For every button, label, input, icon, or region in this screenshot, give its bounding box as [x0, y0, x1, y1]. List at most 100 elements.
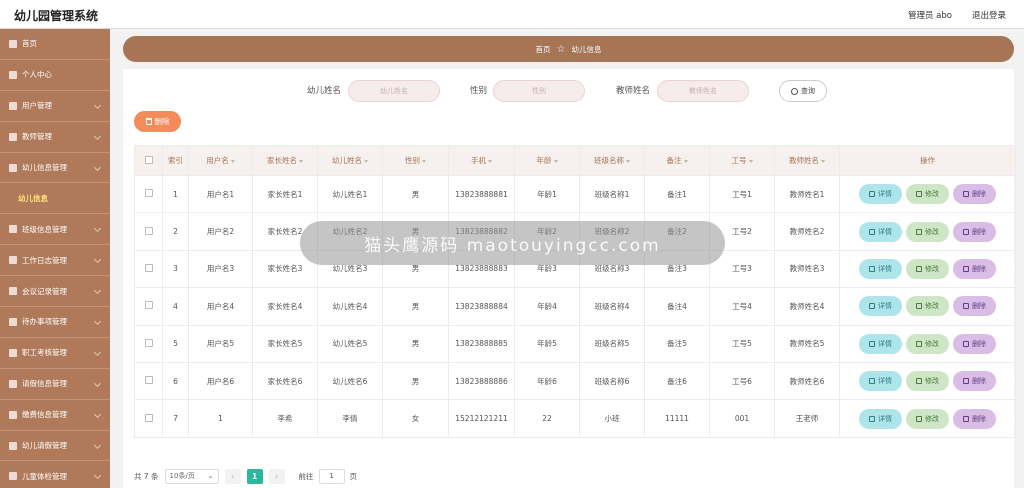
column-header[interactable]: 幼儿姓名	[317, 145, 383, 176]
sort-icon[interactable]	[299, 159, 303, 163]
star-icon: ☆	[556, 43, 566, 55]
delete-button[interactable]: 删除	[953, 371, 996, 392]
sort-icon[interactable]	[422, 159, 426, 163]
column-header[interactable]: 性别	[382, 145, 449, 176]
gender-input[interactable]	[493, 80, 585, 102]
search-button[interactable]: 查询	[779, 80, 827, 102]
sidebar-item[interactable]: 教师管理	[0, 122, 110, 153]
edit-button[interactable]: 修改	[906, 408, 949, 429]
bulk-delete-button[interactable]: 删除	[134, 111, 181, 132]
column-header[interactable]: 家长姓名	[252, 145, 318, 176]
table-cell: 工号3	[709, 249, 775, 289]
sidebar-item[interactable]: 职工考核管理	[0, 338, 110, 369]
page-size-select[interactable]: 10条/页 ⌄	[164, 468, 219, 484]
chevron-down-icon	[93, 441, 102, 449]
detail-button[interactable]: 详情	[859, 371, 902, 392]
edit-button[interactable]: 修改	[906, 296, 949, 317]
column-header[interactable]: 班级名称	[579, 145, 645, 176]
goto-page-input[interactable]	[318, 468, 345, 484]
detail-button[interactable]: 详情	[859, 221, 902, 242]
row-checkbox[interactable]	[144, 301, 153, 310]
sidebar-item[interactable]: 首页	[0, 29, 110, 60]
table-cell: 用户名4	[188, 287, 253, 326]
sidebar-item[interactable]: 幼儿信息管理	[0, 153, 110, 184]
table-cell: 班级名称5	[579, 324, 645, 363]
sidebar-item-label: 请假信息管理	[22, 379, 67, 389]
table-cell: 备注1	[644, 174, 710, 214]
detail-button[interactable]: 详情	[859, 184, 902, 205]
detail-button[interactable]: 详情	[859, 408, 902, 429]
logout-link[interactable]: 退出登录	[972, 9, 1006, 21]
select-all-checkbox[interactable]	[144, 155, 153, 164]
sort-icon[interactable]	[683, 159, 688, 163]
edit-button-label: 修改	[925, 264, 939, 273]
row-checkbox[interactable]	[144, 338, 153, 347]
page-number-current[interactable]: 1	[246, 468, 263, 484]
sidebar-item[interactable]: 缴费信息管理	[0, 400, 110, 431]
delete-button[interactable]: 删除	[953, 296, 996, 317]
sort-icon[interactable]	[821, 159, 825, 163]
sidebar-item-label: 班级信息管理	[22, 224, 67, 234]
row-checkbox[interactable]	[144, 226, 153, 235]
sort-icon[interactable]	[748, 159, 753, 163]
detail-button-label: 详情	[878, 377, 892, 386]
edit-button[interactable]: 修改	[906, 333, 949, 354]
table-cell: 001	[709, 399, 775, 438]
teacher-name-input[interactable]	[657, 80, 749, 102]
delete-button-label: 删除	[972, 339, 986, 348]
sidebar-item[interactable]: 请假信息管理	[0, 369, 110, 400]
table-cell: 工号6	[709, 361, 775, 401]
next-page-button[interactable]: ›	[268, 468, 285, 484]
sort-icon[interactable]	[488, 159, 492, 163]
edit-button[interactable]: 修改	[906, 371, 949, 392]
table-cell: 年龄4	[514, 287, 580, 326]
row-checkbox[interactable]	[144, 263, 153, 272]
chevron-down-icon	[93, 317, 102, 326]
edit-button[interactable]: 修改	[906, 258, 949, 279]
table-row: 2 用户名2 家长姓名2 幼儿姓名2 男 13823888882 年龄2 班级名称2 备注2 工号…	[134, 212, 1016, 251]
sort-icon[interactable]	[364, 159, 368, 163]
column-header-label: 家长姓名	[267, 156, 297, 165]
sidebar-item[interactable]: 会议记录管理	[0, 276, 110, 308]
delete-button[interactable]: 删除	[953, 184, 996, 205]
sidebar-item[interactable]: 班级信息管理	[0, 214, 110, 246]
child-name-input[interactable]	[348, 80, 440, 102]
column-header[interactable]: 年龄	[514, 145, 580, 176]
table-cell: 年龄6	[514, 361, 580, 401]
column-header[interactable]: 用户名	[188, 145, 253, 176]
column-header[interactable]: 教师姓名	[774, 145, 840, 176]
sort-icon[interactable]	[626, 159, 630, 163]
row-checkbox[interactable]	[144, 413, 153, 422]
sidebar-subitem[interactable]: 幼儿信息	[0, 183, 110, 215]
table-cell: 15212121211	[448, 399, 515, 438]
delete-button[interactable]: 删除	[953, 408, 996, 429]
column-header[interactable]: 手机	[448, 145, 515, 176]
detail-button[interactable]: 详情	[859, 258, 902, 279]
delete-button[interactable]: 删除	[953, 221, 996, 242]
delete-button[interactable]: 删除	[953, 258, 996, 279]
sidebar-item[interactable]: 工作日志管理	[0, 245, 110, 277]
table-cell: 13823888886	[448, 361, 515, 401]
sidebar-item[interactable]: 用户管理	[0, 91, 110, 122]
table-header: 索引 用户名 家长姓名 幼儿姓名 性别 手机 年龄 班级名称 备注 工号 教师姓名 操作	[134, 145, 1016, 176]
sidebar-item[interactable]: 个人中心	[0, 60, 110, 91]
delete-button[interactable]: 删除	[953, 333, 996, 354]
prev-page-button[interactable]: ‹	[224, 468, 241, 484]
row-checkbox[interactable]	[144, 376, 153, 385]
select-all-cell	[134, 145, 163, 176]
detail-button[interactable]: 详情	[859, 296, 902, 317]
detail-button[interactable]: 详情	[859, 333, 902, 354]
column-header[interactable]: 工号	[709, 145, 775, 176]
breadcrumb-home[interactable]: 首页	[536, 44, 551, 55]
edit-button[interactable]: 修改	[906, 221, 949, 242]
sidebar-item[interactable]: 儿童体检管理	[0, 461, 110, 488]
pencil-icon	[916, 265, 922, 272]
sidebar-item[interactable]: 幼儿请假管理	[0, 431, 110, 462]
row-checkbox[interactable]	[144, 189, 153, 198]
sort-icon[interactable]	[553, 159, 558, 163]
column-header[interactable]: 备注	[644, 145, 710, 176]
sidebar-item[interactable]: 待办事项管理	[0, 307, 110, 338]
sort-icon[interactable]	[230, 159, 235, 163]
edit-button[interactable]: 修改	[906, 184, 949, 205]
trash-icon	[145, 118, 152, 125]
